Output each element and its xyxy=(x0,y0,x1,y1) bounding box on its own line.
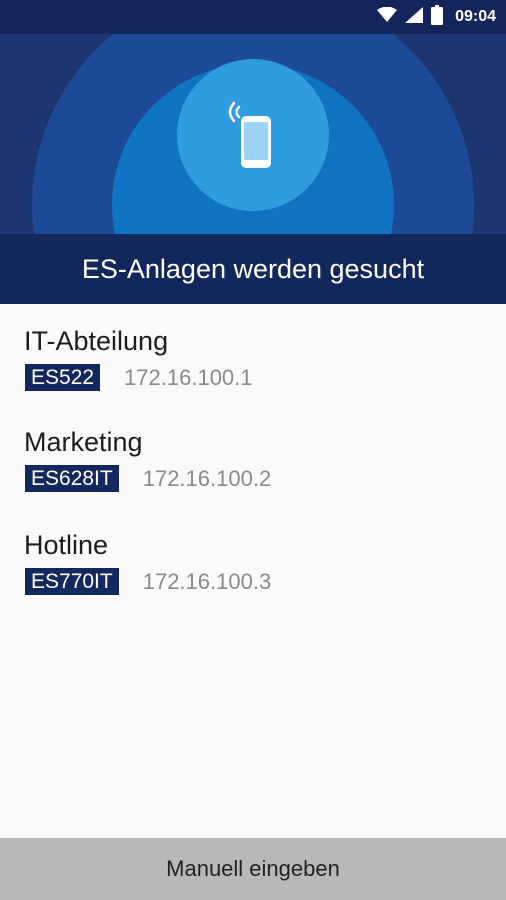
manual-entry-button[interactable]: Manuell eingeben xyxy=(0,838,506,900)
device-name: Hotline xyxy=(24,530,109,560)
status-bar: 09:04 xyxy=(0,0,506,34)
search-hero: ES-Anlagen werden gesucht xyxy=(0,34,506,304)
wifi-icon xyxy=(377,6,398,28)
header-band: ES-Anlagen werden gesucht xyxy=(0,234,506,304)
ip-address: 172.16.100.3 xyxy=(142,568,272,594)
model-badge: ES770IT xyxy=(25,568,119,596)
status-time: 09:04 xyxy=(455,8,496,25)
device-name: IT-Abteilung xyxy=(24,326,169,356)
ip-address: 172.16.100.1 xyxy=(124,364,253,390)
page-title: ES-Anlagen werden gesucht xyxy=(81,253,425,284)
model-badge: ES522 xyxy=(25,364,101,392)
model-badge: ES628IT xyxy=(25,465,119,493)
ip-address: 172.16.100.2 xyxy=(142,465,272,491)
list-item[interactable]: Marketing ES628IT 172.16.100.2 xyxy=(24,427,272,493)
list-item[interactable]: Hotline ES770IT 172.16.100.3 xyxy=(24,530,272,596)
manual-entry-label: Manuell eingeben xyxy=(166,856,340,881)
signal-icon xyxy=(405,6,424,28)
list-item[interactable]: IT-Abteilung ES522 172.16.100.1 xyxy=(24,326,253,392)
device-name: Marketing xyxy=(24,427,143,457)
battery-icon xyxy=(431,4,444,30)
phone-broadcast-icon xyxy=(212,99,292,179)
